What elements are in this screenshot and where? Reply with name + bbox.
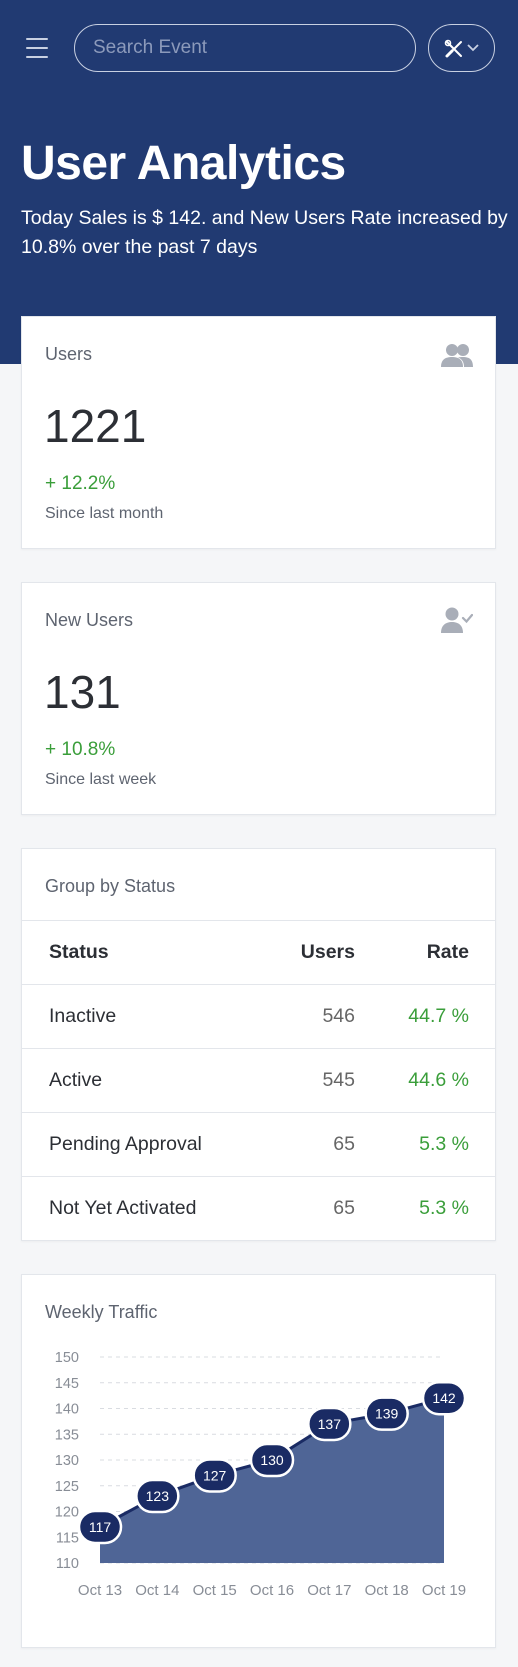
status-table-card: Group by Status Status Users Rate Inacti… [21, 848, 496, 1241]
user-check-icon [441, 607, 473, 633]
tools-icon [444, 39, 462, 58]
y-tick-label: 110 [56, 1556, 79, 1572]
x-tick-label: Oct 16 [250, 1582, 294, 1599]
new-users-card: New Users 131 + 10.8% Since last week [21, 582, 496, 815]
x-tick-label: Oct 13 [78, 1582, 122, 1599]
users-icon [441, 344, 473, 367]
y-tick-label: 145 [55, 1376, 79, 1392]
rate-cell: 5.3 % [419, 1197, 469, 1220]
status-table: Status Users Rate Inactive 546 44.7 % Ac… [22, 920, 495, 1241]
status-cell: Active [49, 1069, 103, 1091]
table-row: Active 545 44.6 % [22, 1048, 495, 1113]
page-subtitle: Today Sales is $ 142. and New Users Rate… [21, 207, 508, 258]
status-cell: Not Yet Activated [49, 1197, 197, 1220]
y-tick-label: 125 [55, 1479, 79, 1495]
stat-value: 131 [44, 666, 121, 718]
stat-value: 1221 [44, 400, 147, 452]
chevron-down-icon [467, 44, 479, 52]
top-bar [0, 24, 518, 74]
status-cell: Pending Approval [49, 1133, 202, 1155]
data-label: 123 [146, 1488, 170, 1504]
table-row: Inactive 546 44.7 % [22, 984, 495, 1049]
y-tick-label: 150 [55, 1350, 79, 1366]
search-input[interactable] [74, 24, 416, 72]
rate-cell: 44.6 % [408, 1069, 469, 1091]
table-row: Not Yet Activated 65 5.3 % [22, 1176, 495, 1241]
x-tick-label: Oct 18 [365, 1582, 409, 1599]
users-cell: 545 [322, 1069, 355, 1091]
data-label: 139 [375, 1406, 399, 1422]
y-tick-label: 130 [55, 1453, 79, 1469]
rate-cell: 5.3 % [419, 1133, 469, 1155]
data-label: 117 [89, 1519, 112, 1535]
table-row: Pending Approval 65 5.3 % [22, 1112, 495, 1177]
stat-change: + 12.2% [45, 473, 116, 494]
x-tick-label: Oct 17 [307, 1582, 351, 1599]
column-header-users: Users [300, 941, 355, 963]
card-title: Group by Status [45, 876, 176, 896]
hamburger-icon[interactable] [26, 38, 48, 58]
data-label: 142 [432, 1390, 456, 1406]
users-cell: 65 [333, 1197, 355, 1220]
data-label: 130 [260, 1452, 284, 1468]
y-tick-label: 140 [55, 1402, 79, 1418]
page-title: User Analytics [21, 137, 346, 190]
data-label: 137 [318, 1416, 342, 1432]
card-title: Users [45, 344, 93, 364]
users-card: Users 1221 + 12.2% Since last month [21, 316, 496, 549]
y-tick-label: 120 [55, 1505, 79, 1521]
card-title: New Users [45, 610, 134, 630]
users-cell: 546 [322, 1005, 355, 1027]
x-tick-label: Oct 19 [422, 1582, 466, 1599]
rate-cell: 44.7 % [408, 1005, 469, 1027]
stat-change: + 10.8% [45, 739, 116, 760]
y-tick-label: 135 [55, 1427, 79, 1443]
tools-dropdown-button[interactable] [428, 24, 495, 72]
table-header-row: Status Users Rate [22, 920, 495, 985]
y-tick-label: 115 [56, 1530, 79, 1546]
column-header-status: Status [49, 941, 109, 963]
weekly-traffic-chart: 110 115 120 125 130 135 140 145 150 Oct 13 Oct 14 O… [55, 1350, 467, 1599]
stat-note: Since last week [45, 771, 157, 788]
data-label: 127 [203, 1467, 227, 1483]
x-tick-label: Oct 14 [135, 1582, 179, 1599]
x-tick-label: Oct 15 [193, 1582, 237, 1599]
users-cell: 65 [333, 1133, 355, 1155]
status-cell: Inactive [49, 1005, 117, 1027]
column-header-rate: Rate [426, 941, 469, 963]
card-title: Weekly Traffic [45, 1302, 158, 1322]
stat-note: Since last month [45, 505, 164, 522]
weekly-traffic-card: Weekly Traffic 110 115 120 125 130 135 140 145 1… [21, 1274, 496, 1648]
